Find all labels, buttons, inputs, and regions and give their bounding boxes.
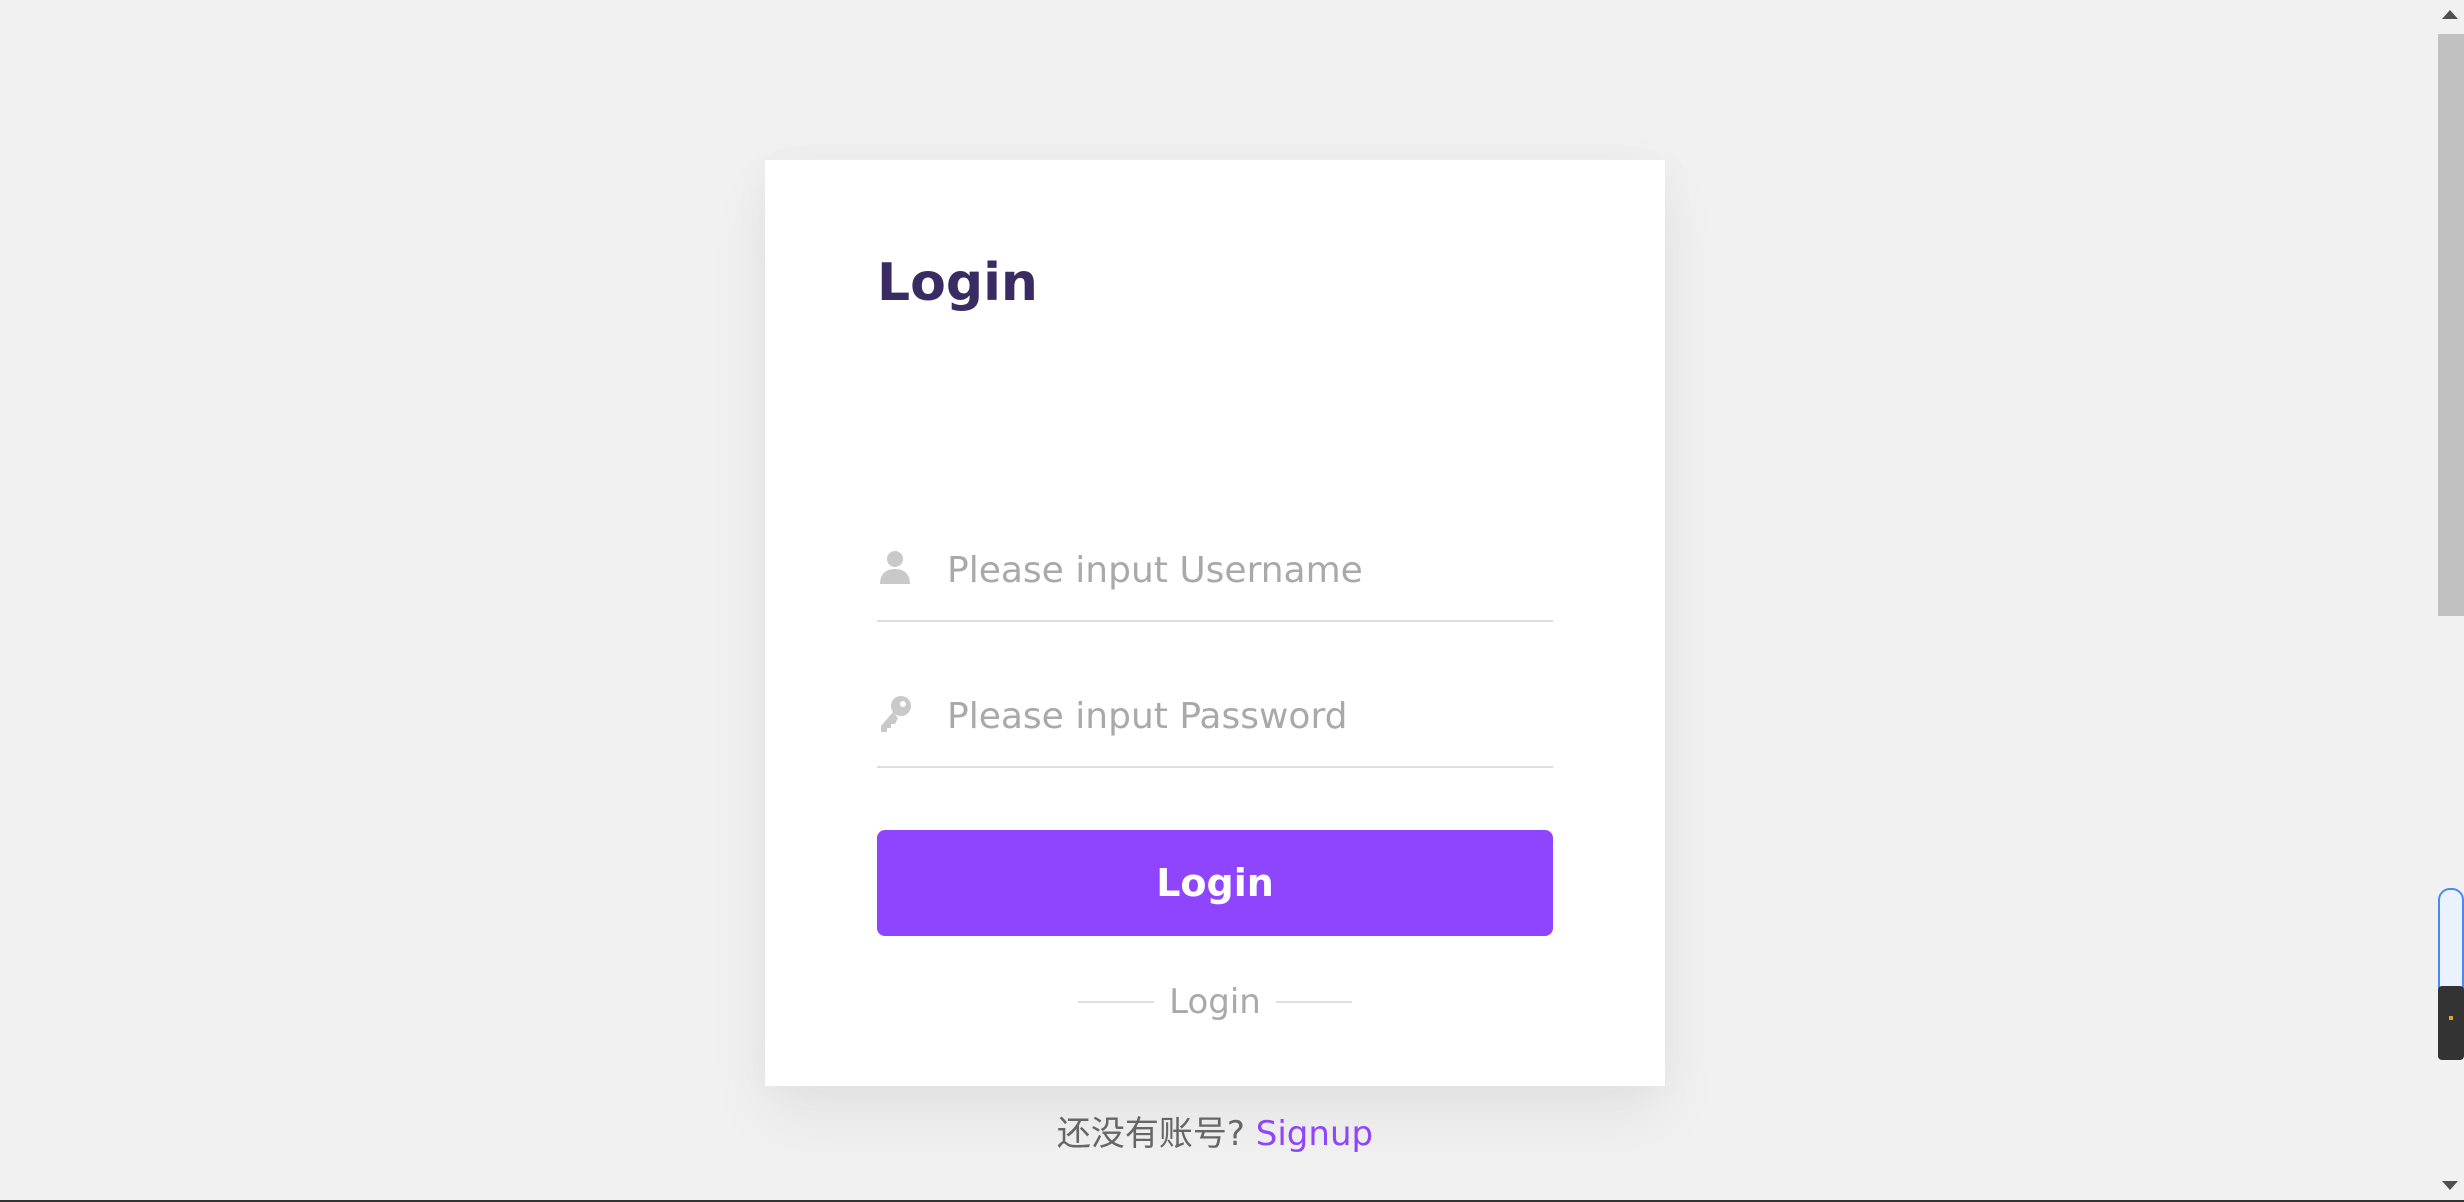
floating-side-widget[interactable] [2438, 888, 2464, 1060]
password-field [877, 676, 1553, 768]
divider-line-left [1078, 1001, 1155, 1003]
user-icon [877, 548, 913, 588]
login-card: Login Login Login [765, 160, 1665, 1154]
divider-label: Login [1169, 982, 1261, 1022]
login-divider: Login [765, 982, 1665, 1038]
side-widget-indicator-icon [2449, 1016, 2453, 1020]
divider-line-right [1275, 1001, 1352, 1003]
username-field [877, 530, 1553, 622]
side-widget-handle[interactable] [2438, 986, 2464, 1060]
key-icon [877, 694, 913, 734]
page-title: Login [877, 253, 1038, 313]
side-widget-tab[interactable] [2438, 888, 2464, 992]
username-input[interactable] [947, 544, 1547, 596]
password-input[interactable] [947, 690, 1547, 742]
scroll-thumb[interactable] [2438, 34, 2464, 616]
login-button[interactable]: Login [877, 830, 1553, 936]
scroll-up-arrow-icon[interactable] [2442, 10, 2458, 19]
signup-row: 还没有账号? Signup [765, 1106, 1665, 1155]
signup-prompt: 还没有账号? [1056, 1114, 1256, 1154]
page-viewport: Login Login Login [0, 0, 2464, 1202]
scroll-down-arrow-icon[interactable] [2442, 1181, 2458, 1190]
signup-link[interactable]: Signup [1256, 1114, 1373, 1154]
